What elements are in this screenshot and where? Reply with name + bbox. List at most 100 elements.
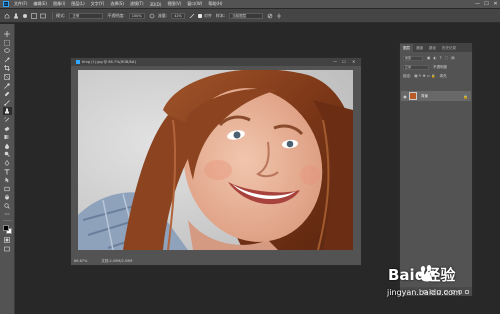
airbrush-icon[interactable]	[189, 13, 195, 19]
mode-dropdown[interactable]: 正常	[69, 12, 104, 19]
clone-source-icon[interactable]	[40, 13, 46, 19]
baidu-paw-icon	[418, 265, 435, 282]
options-bar: 模式: 正常 不透明度: 100% 流量: 42% 对齐 样本: 当前图层	[0, 9, 500, 23]
pressure-opacity-icon[interactable]	[149, 13, 155, 19]
watermark-url: jingyan.baidu.com	[387, 288, 461, 297]
foreground-color-swatch[interactable]	[3, 225, 9, 232]
maximize-button[interactable]: ☐	[482, 1, 491, 7]
pressure-size-icon[interactable]	[276, 13, 282, 19]
menu-view[interactable]: 视图(V)	[167, 1, 181, 7]
portrait-photo	[78, 70, 353, 250]
mode-label: 模式:	[56, 12, 66, 18]
lock-icons[interactable]: ▦ ✎ ✥ ▭ 🔒	[414, 74, 435, 78]
clone-stamp-tool-icon[interactable]	[2, 107, 12, 116]
brush-settings-icon[interactable]	[31, 12, 37, 19]
image-canvas[interactable]	[78, 70, 353, 250]
tab-layers[interactable]: 图层	[400, 44, 413, 52]
document-maximize-button[interactable]: ☐	[342, 59, 346, 64]
opacity-field[interactable]: 100%	[128, 12, 145, 19]
document-close-button[interactable]: ✕	[352, 59, 355, 64]
ignore-adjustment-icon[interactable]	[267, 13, 273, 19]
zoom-level[interactable]: 66.67%	[74, 259, 87, 263]
menu-3d[interactable]: 3D(D)	[150, 2, 162, 7]
more-tools-icon[interactable]	[3, 210, 12, 218]
menu-image[interactable]: 图像(I)	[53, 1, 65, 7]
lock-label: 锁定:	[403, 73, 412, 78]
eyedropper-tool-icon[interactable]	[3, 82, 12, 90]
layer-row-background[interactable]: ◉ 背景 🔒	[401, 91, 471, 101]
zoom-tool-icon[interactable]	[3, 202, 12, 210]
fill-label: 填充	[439, 73, 447, 78]
menu-file[interactable]: 文件(F)	[14, 1, 27, 7]
document-status-bar: 66.67% 文档:2.09M/2.09M	[71, 257, 361, 265]
tools-panel	[0, 24, 15, 314]
close-button[interactable]: ✕	[491, 1, 500, 7]
align-label: 对齐	[203, 12, 212, 18]
color-swatches[interactable]	[2, 224, 12, 235]
document-icon	[76, 60, 80, 64]
minimize-button[interactable]: —	[473, 1, 482, 7]
document-title-bar[interactable]: timg (1).jpg @ 66.7%(RGB/8#) — ☐ ✕	[71, 58, 361, 66]
dodge-tool-icon[interactable]	[3, 150, 12, 158]
opacity-label: 不透明度:	[107, 12, 125, 18]
crop-tool-icon[interactable]	[3, 64, 12, 72]
baidu-watermark: Baid经验 jingyan.baidu.com	[385, 262, 497, 306]
rectangle-tool-icon[interactable]	[3, 185, 12, 193]
lasso-tool-icon[interactable]	[3, 47, 12, 55]
sample-label: 样本:	[215, 12, 226, 18]
blend-mode-dropdown[interactable]: 正常	[403, 64, 429, 70]
sample-dropdown[interactable]: 当前图层	[229, 12, 264, 19]
toolbar-separator	[2, 220, 12, 222]
screen-mode-icon[interactable]	[3, 245, 12, 253]
clone-stamp-preset-icon[interactable]	[13, 13, 19, 19]
layer-name[interactable]: 背景	[421, 94, 463, 99]
quick-select-tool-icon[interactable]	[3, 56, 12, 64]
flow-field[interactable]: 42%	[171, 12, 185, 19]
blur-tool-icon[interactable]	[3, 142, 12, 150]
marquee-tool-icon[interactable]	[3, 39, 12, 47]
tab-channels[interactable]: 通道	[413, 44, 426, 52]
menu-help[interactable]: 帮助(H)	[208, 1, 222, 7]
layers-panel: 图层 通道 路径 历史记录 类型 ▣ ◐ T ⬚ ▤ 正常 不透明度 锁定: ▦…	[399, 42, 473, 297]
menu-edit[interactable]: 编辑(E)	[33, 1, 47, 7]
panel-opacity-label: 不透明度	[433, 64, 447, 69]
frame-tool-icon[interactable]	[3, 73, 12, 81]
eraser-tool-icon[interactable]	[3, 125, 12, 133]
document-window: timg (1).jpg @ 66.7%(RGB/8#) — ☐ ✕ 66.67…	[70, 57, 362, 266]
panel-tabs: 图层 通道 路径 历史记录	[400, 43, 472, 52]
home-icon[interactable]	[4, 13, 10, 19]
quick-mask-icon[interactable]	[3, 236, 12, 244]
tab-paths[interactable]: 路径	[426, 44, 439, 52]
layer-thumbnail	[409, 92, 417, 100]
document-minimize-button[interactable]: —	[333, 59, 337, 64]
menu-type[interactable]: 文字(Y)	[91, 1, 105, 7]
photoshop-window: Ps 文件(F) 编辑(E) 图像(I) 图层(L) 文字(Y) 选择(S) 滤…	[0, 0, 500, 314]
lock-row: 锁定: ▦ ✎ ✥ ▭ 🔒 填充	[403, 73, 469, 79]
type-tool-icon[interactable]	[3, 168, 12, 176]
layer-filter-row: 类型 ▣ ◐ T ⬚ ▤	[403, 55, 469, 61]
menu-window[interactable]: 窗口(W)	[187, 1, 202, 7]
hand-tool-icon[interactable]	[3, 193, 12, 201]
move-tool-icon[interactable]	[3, 30, 12, 38]
brush-size-icon[interactable]	[22, 13, 28, 19]
brush-tool-icon[interactable]	[3, 99, 12, 107]
history-brush-tool-icon[interactable]	[3, 116, 12, 124]
healing-brush-tool-icon[interactable]	[3, 90, 12, 98]
menu-select[interactable]: 选择(S)	[110, 1, 124, 7]
document-size: 文档:2.09M/2.09M	[101, 258, 133, 263]
document-title: timg (1).jpg @ 66.7%(RGB/8#)	[82, 60, 137, 64]
photoshop-logo: Ps	[3, 1, 9, 7]
menu-layer[interactable]: 图层(L)	[71, 1, 84, 7]
align-checkbox[interactable]	[197, 13, 202, 18]
pen-tool-icon[interactable]	[3, 159, 12, 167]
menu-bar: Ps 文件(F) 编辑(E) 图像(I) 图层(L) 文字(Y) 选择(S) 滤…	[0, 0, 500, 8]
path-selection-tool-icon[interactable]	[3, 176, 12, 184]
flow-label: 流量:	[157, 12, 168, 18]
separator	[52, 11, 53, 20]
visibility-eye-icon[interactable]: ◉	[401, 94, 409, 99]
filter-icons[interactable]: ▣ ◐ T ⬚ ▤	[427, 56, 456, 60]
layer-kind-filter[interactable]: 类型	[403, 55, 423, 61]
gradient-tool-icon[interactable]	[3, 133, 12, 141]
menu-filter[interactable]: 滤镜(T)	[130, 1, 144, 7]
tab-history[interactable]: 历史记录	[439, 44, 459, 52]
